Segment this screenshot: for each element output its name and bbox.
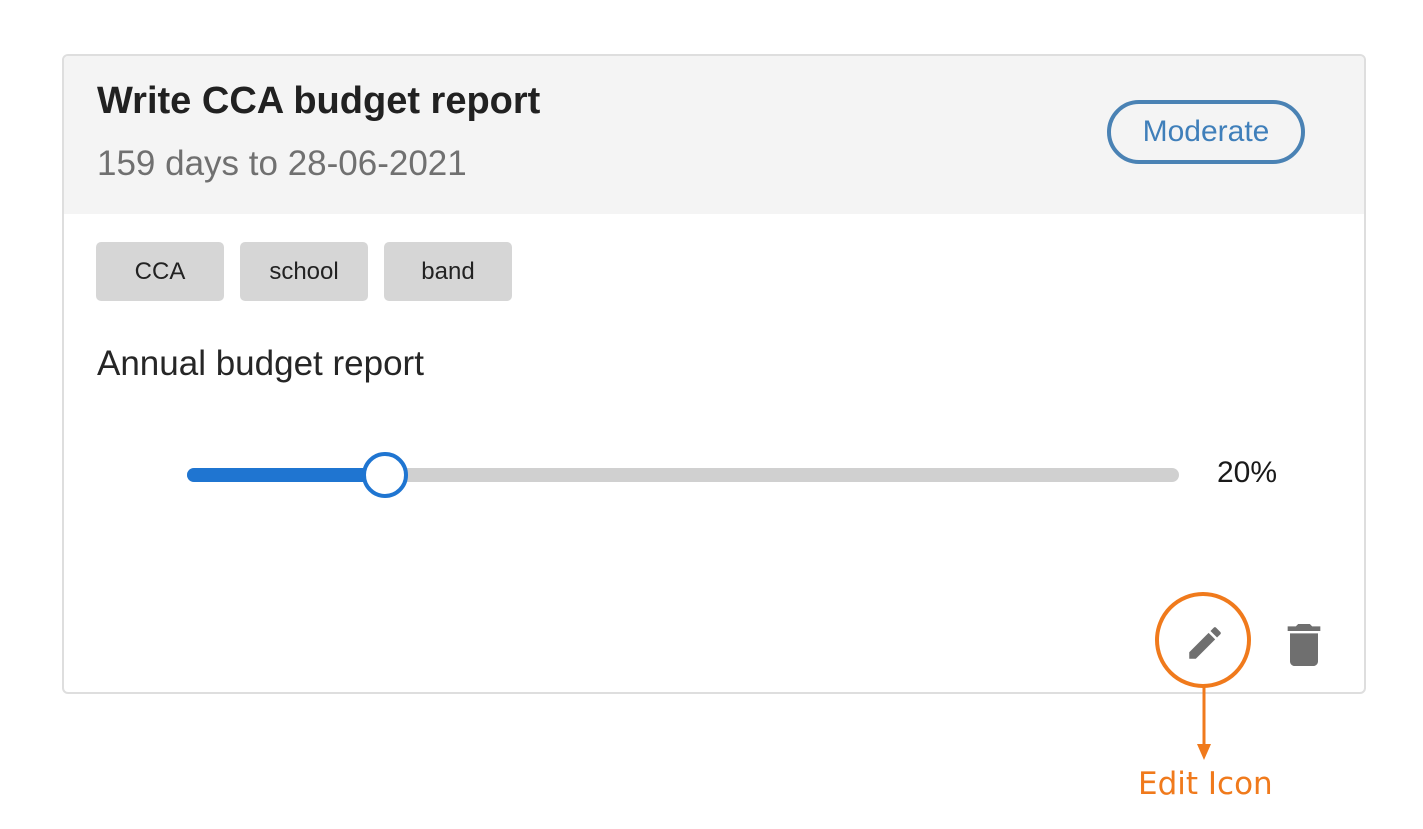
callout-arrow-icon <box>1197 686 1211 760</box>
priority-badge: Moderate <box>1107 100 1305 164</box>
progress-slider[interactable] <box>187 452 1179 498</box>
trash-icon[interactable] <box>1287 624 1321 666</box>
progress-value: 20% <box>1217 456 1278 489</box>
task-card: Write CCA budget report 159 days to 28-0… <box>62 54 1366 694</box>
edit-icon-callout-label: Edit Icon <box>1138 766 1273 802</box>
tag-chip: school <box>240 242 368 301</box>
slider-fill <box>187 468 386 482</box>
task-due-date: 159 days to 28-06-2021 <box>97 144 467 183</box>
task-title: Write CCA budget report <box>97 80 541 122</box>
task-description: Annual budget report <box>97 344 424 383</box>
tag-list: CCA school band <box>96 242 512 301</box>
slider-thumb[interactable] <box>362 452 409 498</box>
tag-chip: band <box>384 242 512 301</box>
task-card-header: Write CCA budget report 159 days to 28-0… <box>64 56 1364 214</box>
tag-chip: CCA <box>96 242 224 301</box>
edit-callout-circle <box>1155 592 1251 688</box>
